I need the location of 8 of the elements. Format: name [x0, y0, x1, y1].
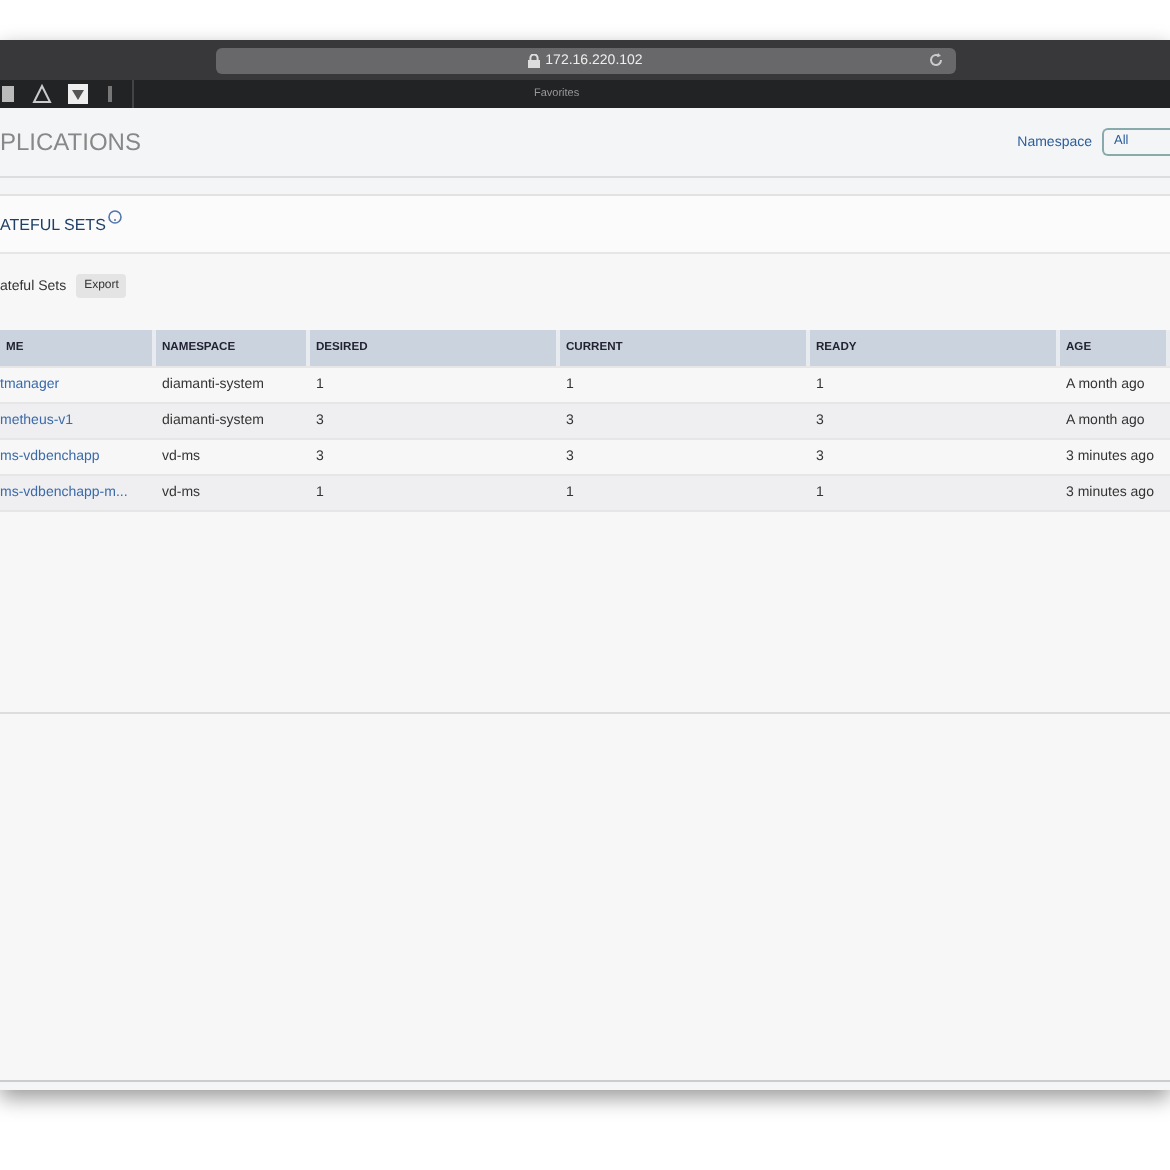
section-title: ATEFUL SETS [0, 215, 106, 233]
page-title: PLICATIONS [0, 128, 141, 156]
bar-icon[interactable] [104, 84, 116, 104]
help-icon[interactable] [107, 209, 122, 223]
document-icon[interactable] [0, 84, 16, 104]
lock-icon [527, 53, 540, 67]
reload-icon[interactable] [927, 52, 943, 68]
triangle-icon[interactable] [32, 84, 52, 104]
